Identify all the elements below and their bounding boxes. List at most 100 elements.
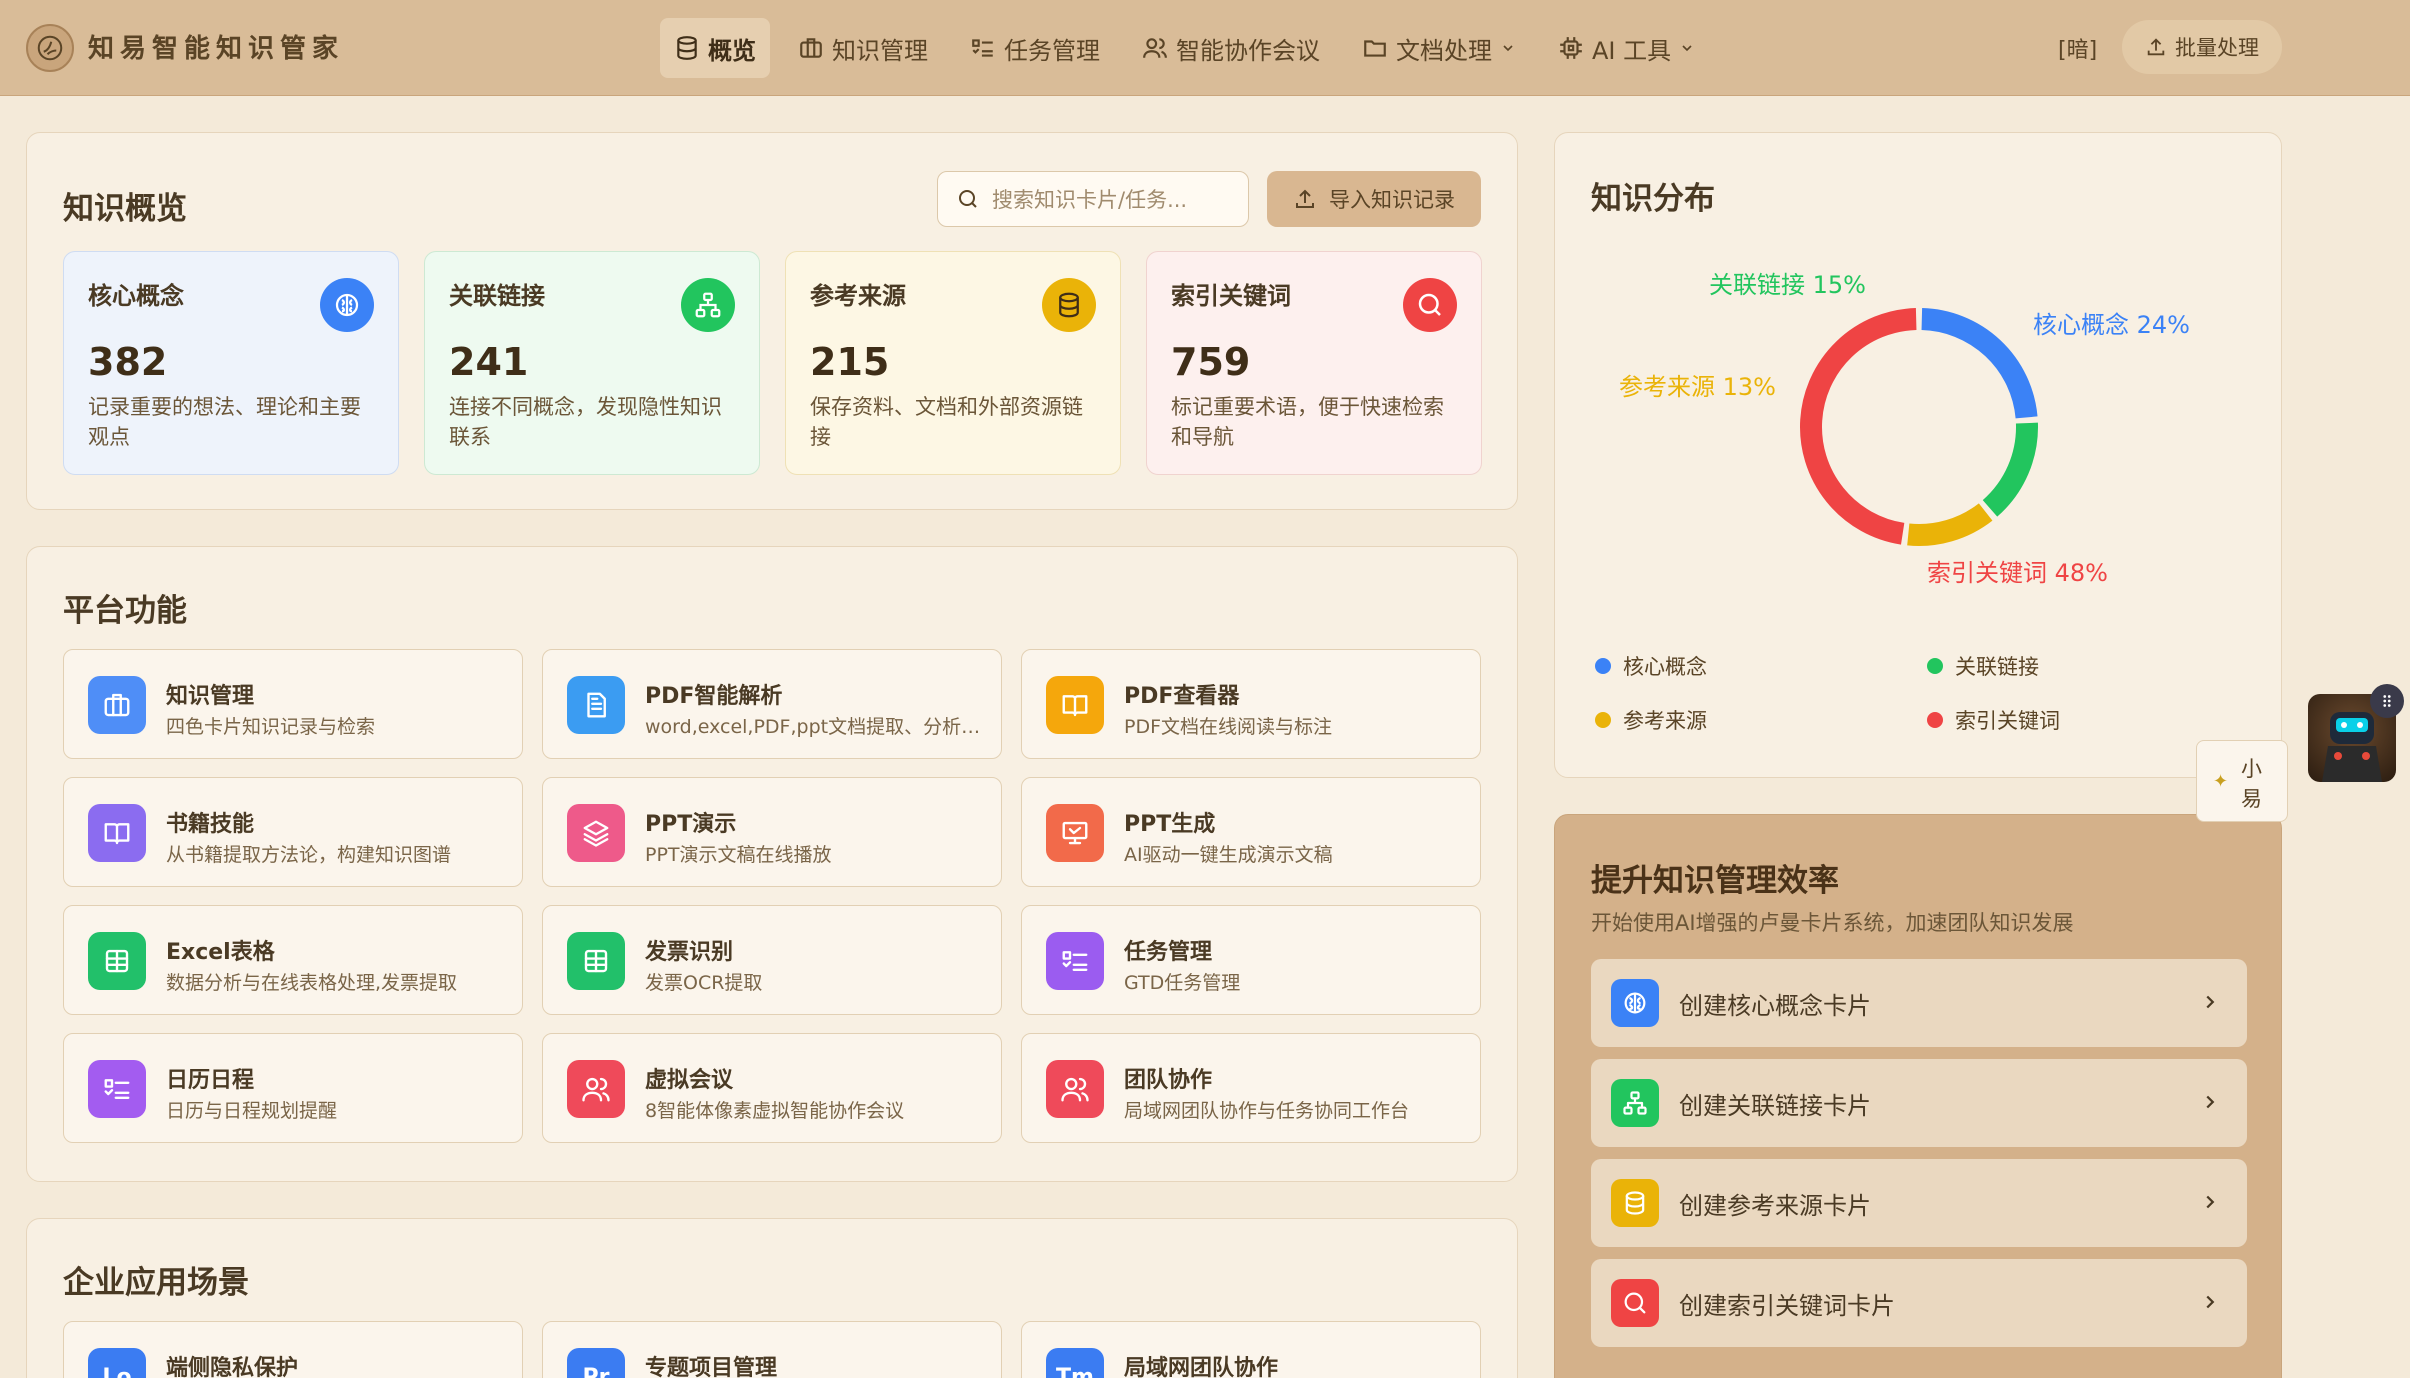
create-card-button[interactable]: 创建索引关键词卡片 — [1591, 1259, 2247, 1347]
chevron-right-icon — [2206, 1095, 2215, 1109]
legend-swatch — [1927, 712, 1943, 728]
legend-item[interactable]: 关联链接 — [1927, 651, 2039, 681]
legend-item[interactable]: 核心概念 — [1595, 651, 1707, 681]
feature-icon — [567, 804, 625, 862]
efficiency-panel: 提升知识管理效率 开始使用AI增强的卢曼卡片系统，加速团队知识发展 创建核心概念… — [1554, 814, 2282, 1378]
feature-card[interactable]: 任务管理 GTD任务管理 — [1021, 905, 1481, 1015]
stat-desc: 保存资料、文档和外部资源链接 — [810, 395, 1083, 449]
create-card-button[interactable]: 创建关联链接卡片 — [1591, 1059, 2247, 1147]
database-icon — [1042, 278, 1096, 332]
assistant-menu-button[interactable] — [2370, 684, 2404, 718]
feature-icon — [567, 932, 625, 990]
feature-card[interactable]: 团队协作 局域网团队协作与任务协同工作台 — [1021, 1033, 1481, 1143]
feature-icon — [1046, 1060, 1104, 1118]
feature-card[interactable]: 日历日程 日历与日程规划提醒 — [63, 1033, 523, 1143]
legend-label: 核心概念 — [1623, 655, 1707, 679]
feature-title: PDF查看器 — [1124, 684, 1240, 709]
stat-desc: 标记重要术语，便于快速检索和导航 — [1171, 395, 1444, 449]
nav-label: 智能协作会议 — [1176, 36, 1320, 65]
feature-card[interactable]: PDF查看器 PDF文档在线阅读与标注 — [1021, 649, 1481, 759]
nav-meeting[interactable]: 智能协作会议 — [1128, 18, 1334, 78]
document-icon — [587, 692, 606, 718]
main-nav: 概览 知识管理 任务管理 智能协作会议 文档处理 AI 工具 — [660, 18, 1723, 78]
scenario-card[interactable]: Tm 局域网团队协作 — [1021, 1321, 1481, 1378]
feature-card[interactable]: PPT生成 AI驱动一键生成演示文稿 — [1021, 777, 1481, 887]
feature-title: 知识管理 — [166, 684, 255, 709]
donut-slice[interactable] — [1800, 308, 1917, 545]
checklist-icon — [972, 39, 993, 57]
create-card-button[interactable]: 创建核心概念卡片 — [1591, 959, 2247, 1047]
feature-title: 日历日程 — [166, 1068, 255, 1093]
batch-process-button[interactable]: 批量处理 — [2122, 20, 2282, 74]
layers-icon — [583, 820, 609, 847]
scenario-badge: Lo — [88, 1348, 146, 1378]
donut-slice[interactable] — [1982, 422, 2038, 517]
create-card-button[interactable]: 创建参考来源卡片 — [1591, 1159, 2247, 1247]
nav-label: 概览 — [708, 36, 756, 65]
upload-icon — [2147, 38, 2165, 56]
grip-icon — [2383, 695, 2391, 707]
nav-overview[interactable]: 概览 — [660, 18, 770, 78]
feature-card[interactable]: PPT演示 PPT演示文稿在线播放 — [542, 777, 1002, 887]
feature-card[interactable]: 虚拟会议 8智能体像素虚拟智能协作会议 — [542, 1033, 1002, 1143]
feature-card[interactable]: Excel表格 数据分析与在线表格处理,发票提取 — [63, 905, 523, 1015]
presentation-icon — [1062, 821, 1088, 845]
nav-label: 任务管理 — [1004, 36, 1100, 65]
nav-ai-tools[interactable]: AI 工具 — [1544, 18, 1709, 78]
chevron-right-icon — [2206, 1195, 2215, 1209]
nav-knowledge[interactable]: 知识管理 — [784, 18, 942, 78]
feature-title: PPT演示 — [645, 812, 737, 837]
stat-card-links[interactable]: 关联链接 241 连接不同概念，发现隐性知识联系 — [424, 251, 760, 475]
search-icon — [959, 190, 977, 208]
users-icon — [1061, 1077, 1089, 1102]
create-card-label: 创建核心概念卡片 — [1679, 991, 1871, 1020]
book-icon — [104, 823, 130, 845]
efficiency-subtitle: 开始使用AI增强的卢曼卡片系统，加速团队知识发展 — [1591, 911, 2074, 935]
scenario-card[interactable]: Pr 专题项目管理 — [542, 1321, 1002, 1378]
users-icon — [582, 1077, 610, 1102]
overview-title: 知识概览 — [63, 191, 187, 227]
feature-title: Excel表格 — [166, 940, 275, 965]
card-type-icon — [1611, 1179, 1659, 1227]
donut-slice[interactable] — [1907, 503, 1993, 546]
efficiency-title: 提升知识管理效率 — [1591, 863, 1839, 899]
search-input[interactable]: 搜索知识卡片/任务... — [937, 171, 1249, 227]
assistant-label[interactable]: ✦ 小 易 — [2196, 740, 2288, 822]
legend-item[interactable]: 索引关键词 — [1927, 705, 2060, 735]
scenario-title: 专题项目管理 — [645, 1356, 778, 1378]
feature-title: 任务管理 — [1124, 940, 1213, 965]
legend-item[interactable]: 参考来源 — [1595, 705, 1707, 735]
cpu-icon — [1560, 37, 1582, 59]
feature-card[interactable]: 书籍技能 从书籍提取方法论，构建知识图谱 — [63, 777, 523, 887]
donut-slice[interactable] — [1921, 308, 2038, 419]
feature-title: PPT生成 — [1124, 812, 1216, 837]
feature-title: PDF智能解析 — [645, 684, 783, 709]
slice-label: 核心概念 24% — [2033, 311, 2190, 339]
feature-card[interactable]: PDF智能解析 word,excel,PDF,ppt文档提取、分析、总结 — [542, 649, 1002, 759]
feature-card[interactable]: 知识管理 四色卡片知识记录与检索 — [63, 649, 523, 759]
create-card-label: 创建关联链接卡片 — [1679, 1091, 1871, 1120]
nav-tasks[interactable]: 任务管理 — [956, 18, 1114, 78]
stat-card-keywords[interactable]: 索引关键词 759 标记重要术语，便于快速检索和导航 — [1146, 251, 1482, 475]
logo-icon[interactable] — [26, 24, 74, 72]
stat-card-sources[interactable]: 参考来源 215 保存资料、文档和外部资源链接 — [785, 251, 1121, 475]
search-icon — [1624, 1292, 1646, 1314]
card-type-icon — [1611, 979, 1659, 1027]
import-records-button[interactable]: 导入知识记录 — [1267, 171, 1481, 227]
card-type-icon — [1611, 1079, 1659, 1127]
feature-card[interactable]: 发票识别 发票OCR提取 — [542, 905, 1002, 1015]
legend-label: 参考来源 — [1623, 709, 1707, 733]
enterprise-title: 企业应用场景 — [63, 1265, 249, 1301]
briefcase-icon — [800, 38, 822, 58]
scenario-title: 局域网团队协作 — [1124, 1356, 1279, 1378]
nav-documents[interactable]: 文档处理 — [1348, 18, 1530, 78]
legend-label: 索引关键词 — [1955, 709, 2060, 733]
feature-desc: GTD任务管理 — [1124, 972, 1241, 994]
brain-icon — [1624, 992, 1646, 1014]
stat-card-core[interactable]: 核心概念 382 记录重要的想法、理论和主要观点 — [63, 251, 399, 475]
scenario-badge: Pr — [567, 1348, 625, 1378]
chevron-right-icon — [2206, 995, 2215, 1009]
scenario-card[interactable]: Lo 端侧隐私保护 — [63, 1321, 523, 1378]
batch-label: 批量处理 — [2175, 36, 2259, 60]
dark-mode-toggle[interactable]: [暗] — [2058, 32, 2097, 64]
